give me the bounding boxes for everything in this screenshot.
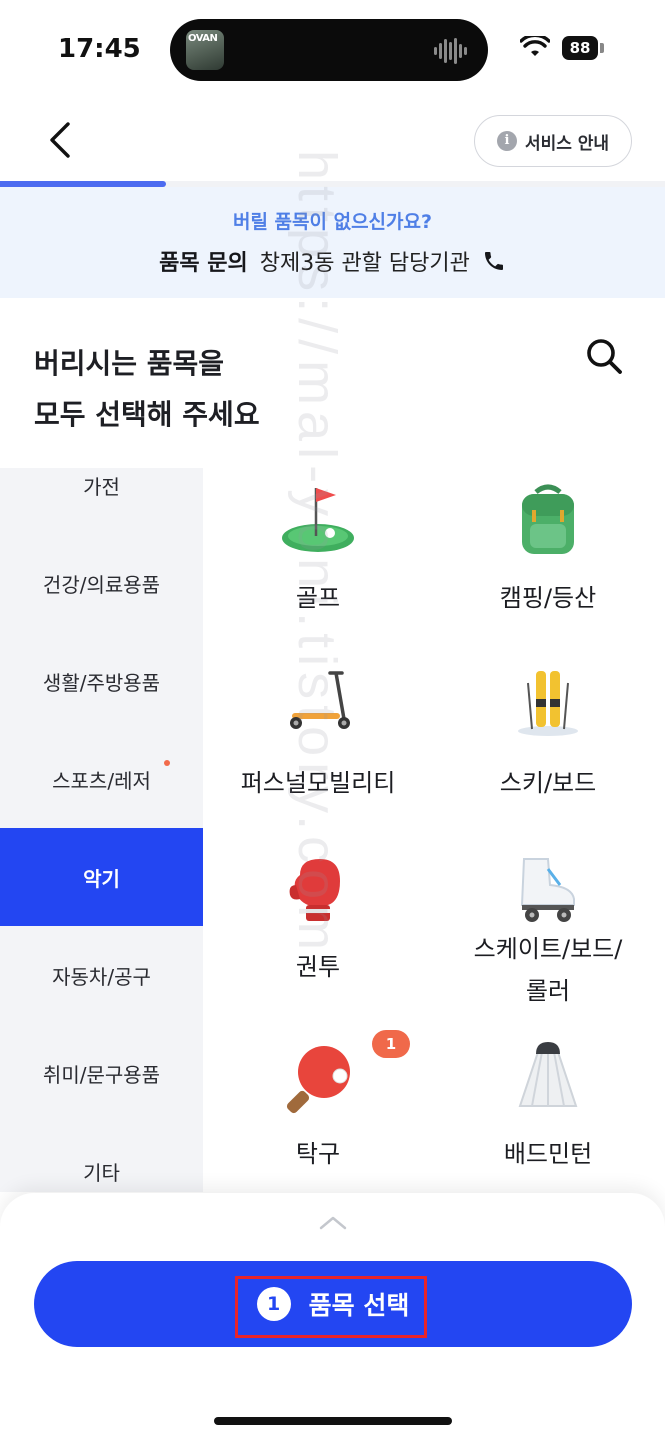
page-title: 버리시는 품목을 모두 선택해 주세요 [34, 338, 260, 440]
now-playing-thumbnail: OVAN [186, 30, 224, 70]
boxing-glove-icon [289, 859, 340, 921]
category-appliance[interactable]: 가전 [0, 468, 203, 534]
category-sidebar: 가전 건강/의료용품 생활/주방용품 스포츠/레저 악기 자동차/공구 취미/문… [0, 468, 203, 1192]
category-label: 건강/의료용품 [42, 572, 161, 597]
item-label: 스키/보드 [499, 769, 597, 797]
back-button[interactable] [40, 118, 84, 162]
search-icon [587, 339, 622, 374]
category-label: 생활/주방용품 [42, 670, 161, 695]
scooter-icon [290, 671, 350, 729]
battery-tip [600, 43, 604, 53]
sheet-expand-handle[interactable] [318, 1215, 348, 1231]
info-icon: i [496, 131, 517, 151]
category-label: 악기 [83, 866, 120, 891]
banner-question: 버릴 품목이 없으신가요? [232, 211, 433, 233]
golf-icon [282, 488, 354, 552]
category-etc[interactable]: 기타 [0, 1122, 203, 1192]
inquiry-label: 품목 문의 [159, 251, 248, 276]
ski-icon [518, 671, 578, 736]
item-badminton[interactable]: 배드민턴 [433, 1030, 663, 1180]
service-info-label: 서비스 안내 [524, 133, 610, 154]
category-sports[interactable]: 스포츠/레저 [0, 730, 203, 828]
item-label: 퍼스널모빌리티 [240, 769, 396, 797]
category-car-tools[interactable]: 자동차/공구 [0, 926, 203, 1024]
backpack-icon [522, 484, 574, 554]
select-items-button[interactable]: 1 품목 선택 [34, 1261, 632, 1347]
home-indicator [214, 1417, 452, 1425]
category-label: 스포츠/레저 [52, 768, 151, 793]
item-boxing[interactable]: 권투 [203, 845, 433, 1005]
roller-skate-icon [520, 858, 575, 922]
item-label: 탁구 [295, 1140, 341, 1168]
chevron-up-icon [319, 1216, 347, 1230]
status-bar: 17:45 OVAN 88 [0, 0, 665, 96]
item-label: 골프 [295, 584, 341, 612]
page-title-line2: 모두 선택해 주세요 [34, 398, 260, 431]
category-living[interactable]: 생활/주방용품 [0, 632, 203, 730]
item-table-tennis[interactable]: 1 탁구 [203, 1030, 433, 1180]
category-instrument[interactable]: 악기 [0, 828, 203, 926]
item-count-badge: 1 [372, 1030, 410, 1058]
item-golf[interactable]: 골프 [203, 470, 433, 630]
item-personal-mobility[interactable]: 퍼스널모빌리티 [203, 655, 433, 815]
phone-icon[interactable] [482, 249, 506, 273]
select-items-label: 품목 선택 [308, 1291, 410, 1320]
now-playing-thumb-text: OVAN [188, 33, 218, 44]
search-button[interactable] [582, 334, 626, 378]
item-label: 롤러 [525, 977, 571, 1005]
shuttlecock-icon [518, 1042, 578, 1107]
item-ski-board[interactable]: 스키/보드 [433, 655, 663, 815]
category-label: 취미/문구용품 [42, 1062, 161, 1087]
chevron-left-icon [50, 122, 70, 158]
category-label: 가전 [83, 474, 120, 499]
category-label: 기타 [83, 1160, 120, 1185]
selected-count-badge: 1 [256, 1287, 291, 1321]
item-skate-board-roller[interactable]: 스케이트/보드/ 롤러 [433, 845, 663, 1015]
item-label: 배드민턴 [503, 1140, 593, 1168]
inquiry-contact[interactable]: 품목 문의 창제3동 관할 담당기관 [0, 245, 665, 277]
category-label: 자동차/공구 [52, 964, 151, 989]
inquiry-banner: 버릴 품목이 없으신가요? 품목 문의 창제3동 관할 담당기관 [0, 187, 665, 298]
item-label: 스케이트/보드/ [473, 935, 623, 963]
category-health[interactable]: 건강/의료용품 [0, 534, 203, 632]
dynamic-island: OVAN [170, 19, 488, 81]
battery-indicator: 88 [562, 36, 598, 60]
bottom-sheet: 1 품목 선택 [0, 1193, 665, 1440]
status-time: 17:45 [58, 34, 141, 64]
audio-waveform-icon [434, 38, 467, 64]
new-dot-badge [164, 760, 170, 766]
ping-pong-icon [286, 1046, 350, 1114]
inquiry-org: 창제3동 관할 담당기관 [259, 251, 470, 276]
category-hobby[interactable]: 취미/문구용품 [0, 1024, 203, 1122]
item-label: 캠핑/등산 [499, 584, 597, 612]
item-label: 권투 [295, 953, 341, 981]
wifi-icon [520, 36, 550, 56]
item-camping[interactable]: 캠핑/등산 [433, 470, 663, 630]
page-title-line1: 버리시는 품목을 [34, 347, 225, 380]
service-info-button[interactable]: i 서비스 안내 [474, 115, 632, 167]
